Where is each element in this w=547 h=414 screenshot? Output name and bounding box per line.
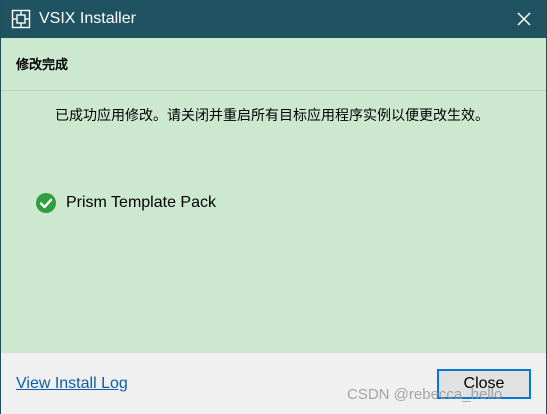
extension-name: Prism Template Pack [66, 194, 216, 211]
header-band: 修改完成 [1, 38, 546, 91]
close-icon [517, 12, 531, 26]
extension-item: Prism Template Pack [36, 192, 216, 214]
page-heading: 修改完成 [16, 58, 69, 73]
check-circle-icon [36, 193, 56, 213]
footer-bar: View Install Log Close [1, 352, 546, 414]
vsix-installer-window: VSIX Installer 修改完成 已成功应用修改。请关闭并重启所有目标应用… [0, 0, 547, 414]
window-title: VSIX Installer [39, 10, 136, 27]
title-bar[interactable]: VSIX Installer [1, 0, 546, 38]
vsix-installer-icon [11, 9, 31, 29]
window-close-button[interactable] [510, 5, 538, 33]
view-install-log-link[interactable]: View Install Log [16, 375, 128, 393]
completion-message: 已成功应用修改。请关闭并重启所有目标应用程序实例以便更改生效。 [55, 108, 489, 124]
close-button[interactable]: Close [437, 369, 531, 399]
